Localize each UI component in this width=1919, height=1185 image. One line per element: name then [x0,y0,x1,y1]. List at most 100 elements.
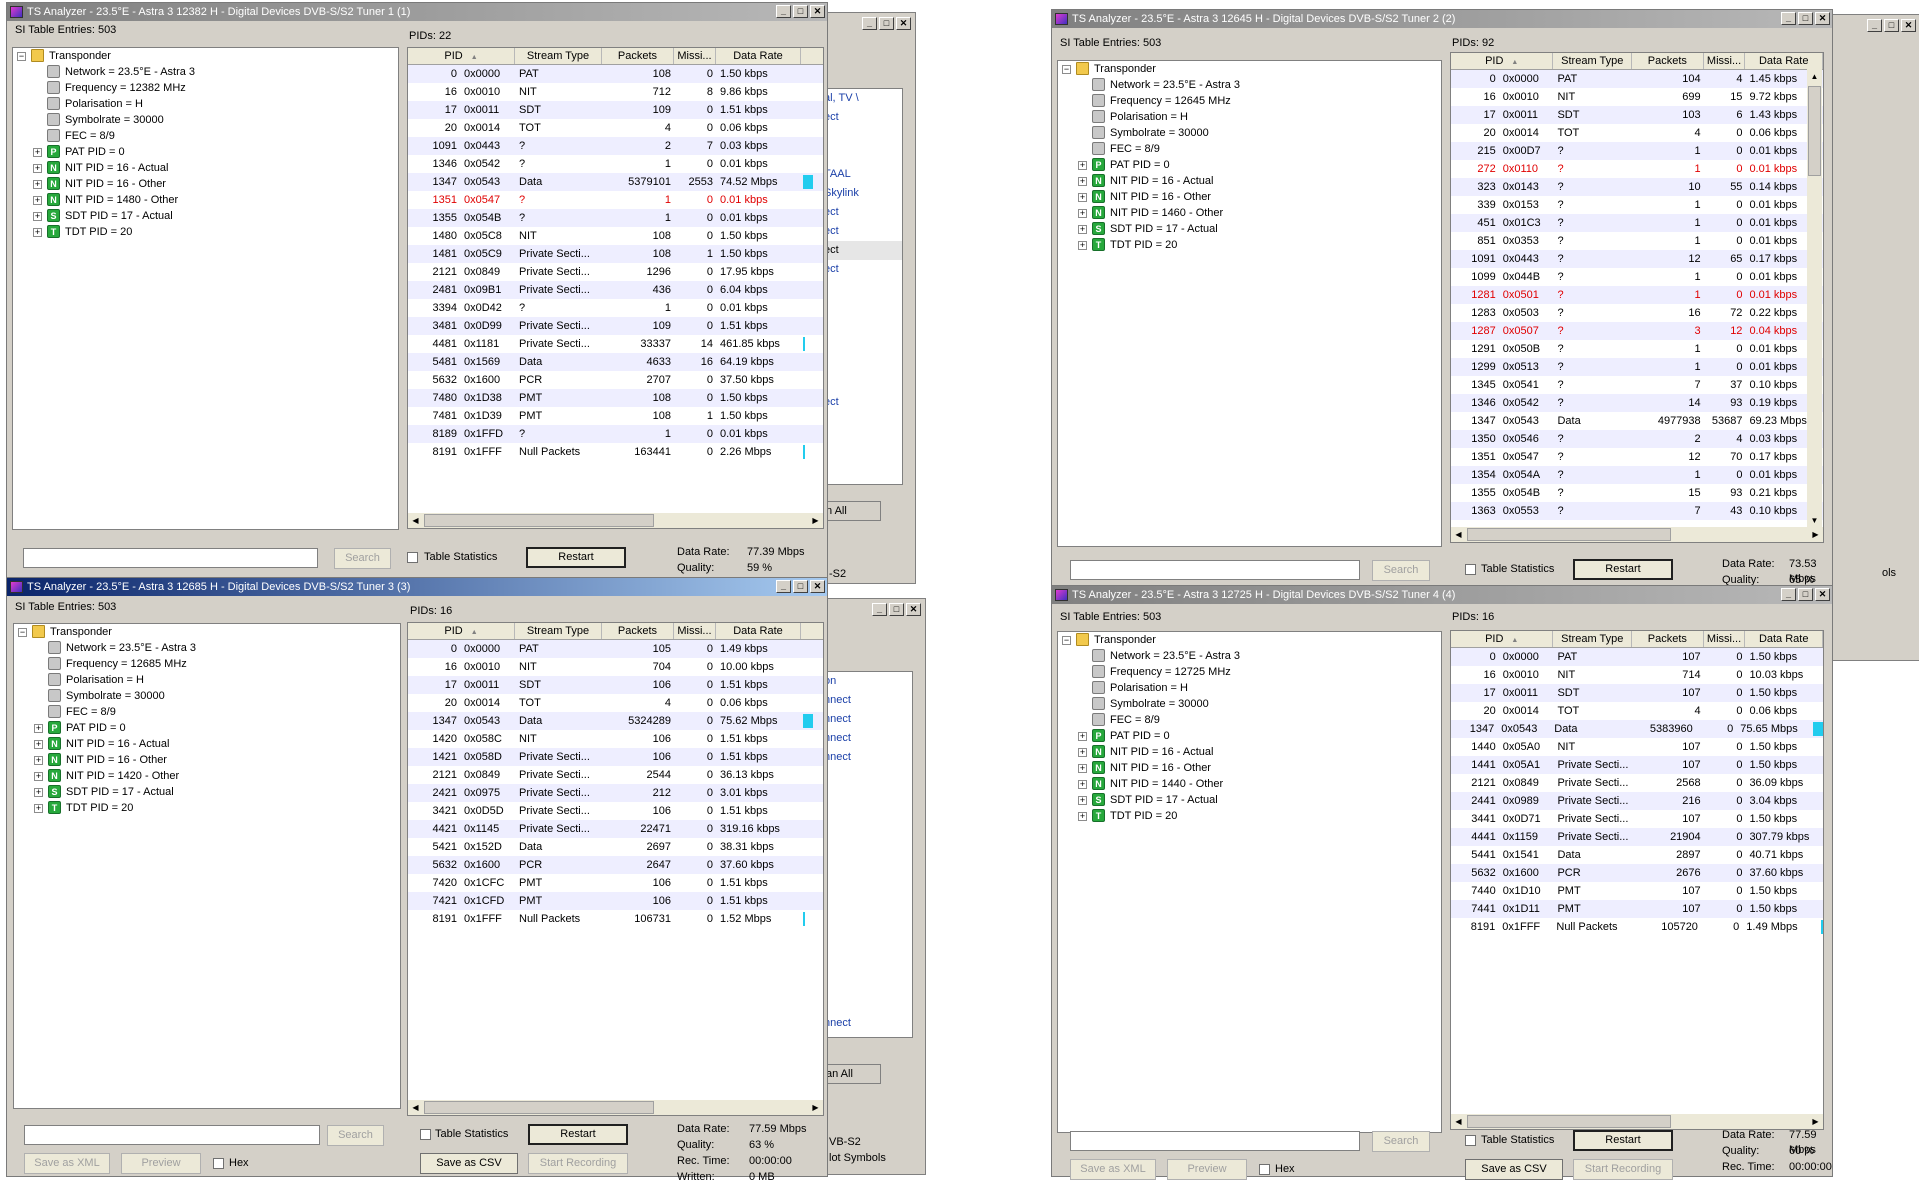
table-row[interactable]: 1346 0x0542? 14 93 0.19 kbps [1451,394,1823,412]
tree-node[interactable]: + P PAT PID = 0 [13,144,398,160]
table-row[interactable]: 1441 0x05A1 Private Secti... 107 0 1.50 kbps [1451,756,1823,774]
table-row[interactable]: 5441 0x1541 Data 2897 0 40.71 kbps [1451,846,1823,864]
table-statistics-checkbox[interactable] [1465,564,1476,575]
table-row[interactable]: 1283 0x0503? 16 72 0.22 kbps [1451,304,1823,322]
save-as-csv-button[interactable]: Save as CSV [420,1153,518,1174]
expand-icon[interactable]: + [34,804,43,813]
expand-icon[interactable]: + [34,756,43,765]
expand-icon[interactable]: + [1078,796,1087,805]
start-recording-button[interactable]: Start Recording [528,1153,628,1174]
table-row[interactable]: 5481 0x1569 Data 4633 16 64.19 kbps [408,353,823,371]
scroll-left-arrow[interactable]: ◀ [1451,1114,1466,1129]
channel-list[interactable]: al, TV \ ect TAAL Skylink ect ect ect ect ect [821,88,903,485]
table-row[interactable]: 17 0x0011 SDT 109 0 1.51 kbps [408,101,823,119]
channel-item[interactable] [822,355,902,374]
table-row[interactable]: 0 0x0000 PAT 107 0 1.50 kbps [1451,648,1823,666]
title-bar[interactable]: TS Analyzer - 23.5°E - Astra 3 12685 H -… [7,578,827,596]
column-header-packets[interactable]: Packets [1632,631,1704,647]
table-row[interactable]: 1347 0x0543 Data 4977938 53687 69.23 Mbps [1451,412,1823,430]
minimize-button[interactable]: _ [872,603,887,616]
channel-item[interactable] [822,336,902,355]
expand-icon[interactable]: + [34,772,43,781]
tree-node[interactable]: + T TDT PID = 20 [13,224,398,240]
scroll-down-arrow[interactable]: ▼ [1807,513,1822,528]
expand-icon[interactable]: + [1078,161,1087,170]
expand-icon[interactable]: + [1078,732,1087,741]
expand-icon[interactable]: + [1078,225,1087,234]
table-row[interactable]: 272 0x0110? 1 0 0.01 kbps [1451,160,1823,178]
table-row[interactable]: 2121 0x0849 Private Secti... 2544 0 36.13 kbp… [408,766,823,784]
table-row[interactable]: 5632 0x1600 PCR 2676 0 37.60 kbps [1451,864,1823,882]
tree-node[interactable]: + P PAT PID = 0 [1058,728,1441,744]
table-row[interactable]: 3421 0x0D5D Private Secti... 106 0 1.51 kbps [408,802,823,820]
tree-node[interactable]: FEC = 8/9 [14,704,400,720]
table-row[interactable]: 1351 0x0547? 1 0 0.01 kbps [408,191,823,209]
column-header-packets[interactable]: Packets [1632,53,1704,69]
scan-all-button[interactable]: an All [821,1064,881,1084]
expand-icon[interactable]: + [34,740,43,749]
channel-item[interactable]: ect [822,260,902,279]
expand-icon[interactable]: + [33,148,42,157]
close-button[interactable]: ✕ [1815,12,1830,25]
table-row[interactable]: 20 0x0014 TOT 4 0 0.06 kbps [408,694,823,712]
close-button[interactable]: ✕ [810,5,825,18]
scroll-up-arrow[interactable]: ▲ [1807,69,1822,84]
expand-icon[interactable]: + [34,724,43,733]
tree-node[interactable]: FEC = 8/9 [1058,712,1441,728]
tree-node[interactable]: FEC = 8/9 [1058,141,1441,157]
hex-checkbox[interactable] [1259,1164,1270,1175]
horizontal-scrollbar[interactable]: ◀ ▶ [1451,1114,1823,1129]
channel-item[interactable]: al, TV \ [822,89,902,108]
minimize-button[interactable]: _ [1781,12,1796,25]
channel-item[interactable]: nnect [822,748,912,767]
column-header-pid[interactable]: PID ▲ [1451,631,1554,647]
collapse-icon[interactable]: − [17,52,26,61]
table-row[interactable]: 0 0x0000 PAT 105 0 1.49 kbps [408,640,823,658]
scroll-left-arrow[interactable]: ◀ [408,1100,423,1115]
maximize-button[interactable]: □ [793,580,808,593]
column-header-missing[interactable]: Missi... [1704,53,1746,69]
close-button[interactable]: ✕ [1901,19,1916,32]
tree-node[interactable]: Symbolrate = 30000 [14,688,400,704]
expand-icon[interactable]: + [33,196,42,205]
scroll-right-arrow[interactable]: ▶ [1808,527,1823,542]
table-row[interactable]: 1091 0x0443? 2 7 0.03 kbps [408,137,823,155]
table-row[interactable]: 17 0x0011 SDT 106 0 1.51 kbps [408,676,823,694]
channel-item[interactable] [822,995,912,1014]
channel-item[interactable] [822,279,902,298]
title-bar[interactable]: TS Analyzer - 23.5°E - Astra 3 12382 H -… [7,3,827,21]
tree-node[interactable]: Polarisation = H [13,96,398,112]
column-header-stream-type[interactable]: Stream Type [1553,53,1633,69]
tree-node[interactable]: Polarisation = H [14,672,400,688]
tree-node[interactable]: Frequency = 12685 MHz [14,656,400,672]
save-as-xml-button[interactable]: Save as XML [24,1153,110,1174]
scroll-right-arrow[interactable]: ▶ [808,513,823,528]
table-row[interactable]: 17 0x0011 SDT 103 6 1.43 kbps [1451,106,1823,124]
search-input[interactable] [1070,1131,1360,1151]
scroll-thumb[interactable] [424,514,654,527]
channel-item[interactable] [822,900,912,919]
channel-item[interactable]: nnect [822,1014,912,1033]
table-row[interactable]: 5421 0x152D Data 2697 0 38.31 kbps [408,838,823,856]
tree-node[interactable]: + N NIT PID = 16 - Other [1058,189,1441,205]
tree-node[interactable]: FEC = 8/9 [13,128,398,144]
tree-node[interactable]: + N NIT PID = 16 - Other [13,176,398,192]
table-row[interactable]: 4441 0x1159 Private Secti... 21904 0 307.79 k… [1451,828,1823,846]
vertical-scrollbar[interactable]: ▲ ▼ [1807,69,1822,528]
tree-node[interactable]: + S SDT PID = 17 - Actual [1058,221,1441,237]
tree-node[interactable]: − Transponder [14,624,400,640]
tree-node[interactable]: + N NIT PID = 16 - Other [1058,760,1441,776]
table-row[interactable]: 1287 0x0507? 3 12 0.04 kbps [1451,322,1823,340]
channel-item[interactable]: ect [822,393,902,412]
scroll-right-arrow[interactable]: ▶ [808,1100,823,1115]
column-header-packets[interactable]: Packets [602,48,674,64]
table-row[interactable]: 20 0x0014 TOT 4 0 0.06 kbps [1451,702,1823,720]
expand-icon[interactable]: + [1078,193,1087,202]
channel-item[interactable] [822,919,912,938]
channel-item[interactable]: ect [822,241,902,260]
column-header-missing[interactable]: Missi... [674,48,716,64]
maximize-button[interactable]: □ [793,5,808,18]
column-header-packets[interactable]: Packets [602,623,674,639]
tree-node[interactable]: Polarisation = H [1058,109,1441,125]
table-row[interactable]: 1347 0x0543 Data 5383960 0 75.65 Mbps [1451,720,1823,738]
